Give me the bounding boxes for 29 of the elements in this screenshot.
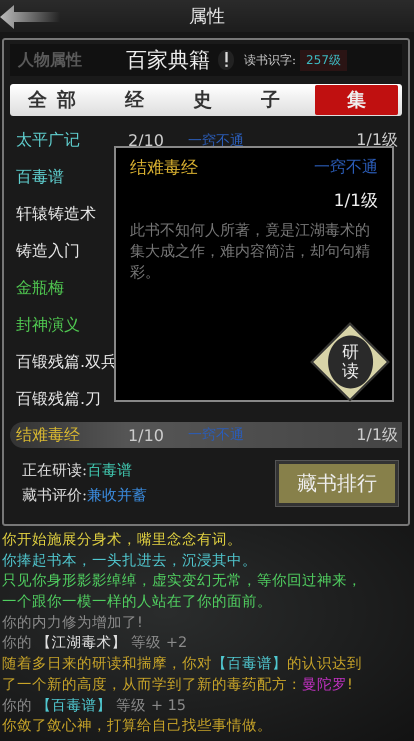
log-line: 一个跟你一模一样的人站在了你的面前。 [2,593,273,612]
info-icon[interactable] [218,50,234,70]
book-row[interactable]: 结难毒经 1/10 一窍不通 1/1级 [10,422,402,448]
log-line: 你的 【百毒谱】 等级 + 15 [2,696,188,716]
log-line: 随着多日来的研读和揣摩，你对【百毒谱】的认识达到 [2,654,363,674]
category-tab[interactable]: 集 [315,85,398,116]
book-description: 此书不知何人所著，竟是江湖毒术的集大成之作，难内容简洁，却句句精彩。 [130,220,371,284]
mastery-label: 一窍不通 [314,157,378,178]
back-arrow-icon[interactable] [0,5,60,29]
popup-title: 结难毒经 [130,157,198,180]
log-line: 了一个新的高度，从而学到了新的毒药配方：曼陀罗! [2,676,354,695]
log-line: 你的 【江湖毒术】 等级 +2 [2,634,188,654]
log-line: 只见你身形影影绰绰，虚实变幻无常，等你回过神来， [2,572,363,592]
category-tab[interactable]: 全部 [14,85,100,116]
category-tab[interactable]: 史 [179,85,236,116]
log-line: 你开始施展分身术，嘴里念念有词。 [2,530,243,550]
book-level: 1/1级 [332,190,378,212]
reading-skill-label: 读书识字: [244,52,296,68]
category-tab[interactable]: 子 [247,85,304,116]
log-line: 你的内力修为增加了! [2,614,144,633]
status-line: 藏书评价:兼收并蓄 [22,486,148,506]
log-line: 你敛了敛心神，打算给自己找些事情做。 [2,716,273,736]
reading-skill-value: 257级 [300,50,347,70]
log-line: 你捧起书本，一头扎进去，沉浸其中。 [2,552,258,571]
status-line: 正在研读:百毒谱 [22,461,134,480]
screen-title: 属性 [189,4,225,28]
study-button[interactable]: 研读 [310,322,390,402]
panel-tab[interactable]: 百家典籍 [126,46,210,74]
category-tab[interactable]: 经 [111,85,168,116]
